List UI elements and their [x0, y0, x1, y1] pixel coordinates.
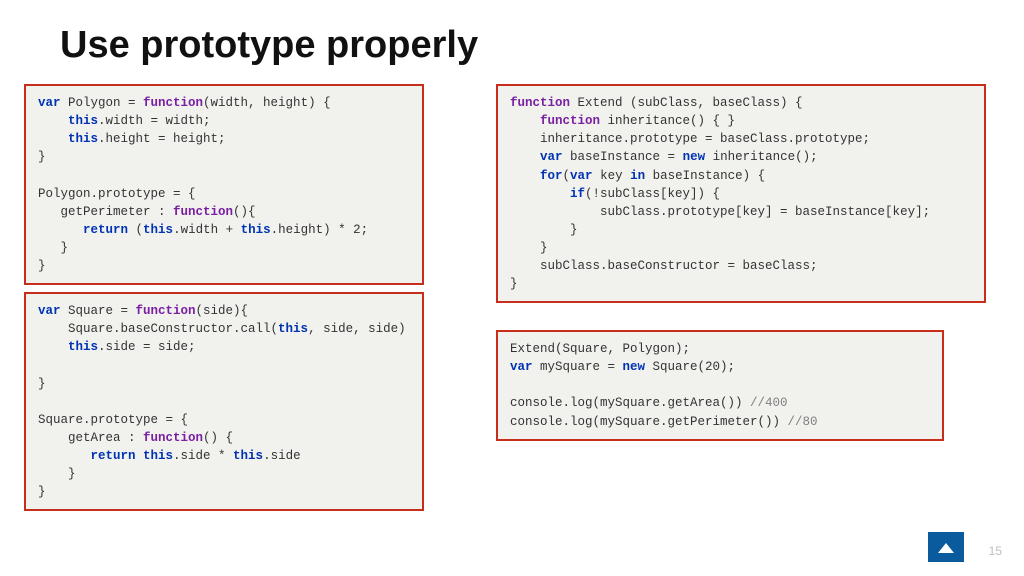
code-box-square: var Square = function(side){ Square.base…: [24, 292, 424, 511]
page-number: 15: [989, 544, 1002, 558]
code-polygon: var Polygon = function(width, height) { …: [38, 94, 410, 275]
code-box-usage: Extend(Square, Polygon); var mySquare = …: [496, 330, 944, 441]
code-usage: Extend(Square, Polygon); var mySquare = …: [510, 340, 930, 431]
slide: Use prototype properly var Polygon = fun…: [0, 0, 1024, 576]
logo-icon: [928, 532, 964, 562]
code-extend: function Extend (subClass, baseClass) { …: [510, 94, 972, 293]
code-box-polygon: var Polygon = function(width, height) { …: [24, 84, 424, 285]
code-box-extend: function Extend (subClass, baseClass) { …: [496, 84, 986, 303]
slide-title: Use prototype properly: [60, 24, 478, 67]
code-square: var Square = function(side){ Square.base…: [38, 302, 410, 501]
